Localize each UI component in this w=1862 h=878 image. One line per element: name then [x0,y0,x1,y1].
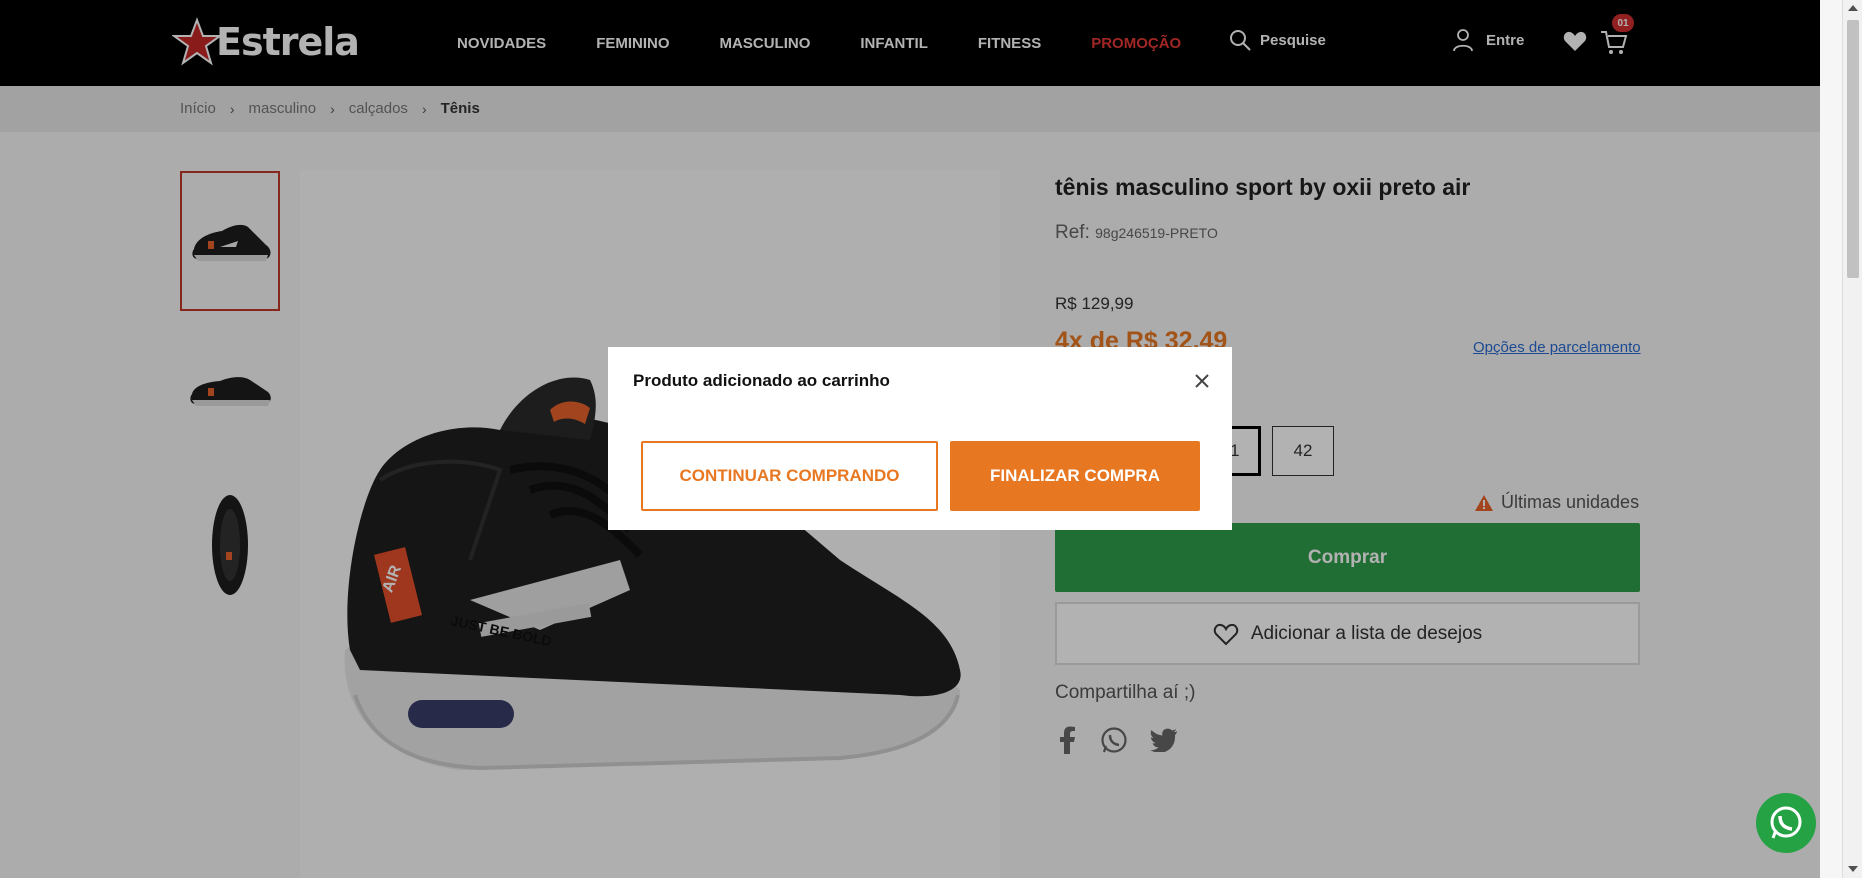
checkout-button[interactable]: FINALIZAR COMPRA [950,441,1200,511]
whatsapp-icon [1770,806,1802,839]
modal-title: Produto adicionado ao carrinho [633,371,890,390]
scroll-down-arrow-icon[interactable] [1848,866,1858,872]
added-to-cart-modal: Produto adicionado ao carrinho CONTINUAR… [608,347,1232,530]
scroll-up-arrow-icon[interactable] [1848,5,1858,11]
continue-shopping-button[interactable]: CONTINUAR COMPRANDO [641,441,938,511]
whatsapp-chat-button[interactable] [1756,793,1816,853]
scroll-thumb[interactable] [1847,20,1859,278]
close-icon[interactable] [1190,369,1214,393]
page-scrollbar[interactable] [1842,0,1862,878]
